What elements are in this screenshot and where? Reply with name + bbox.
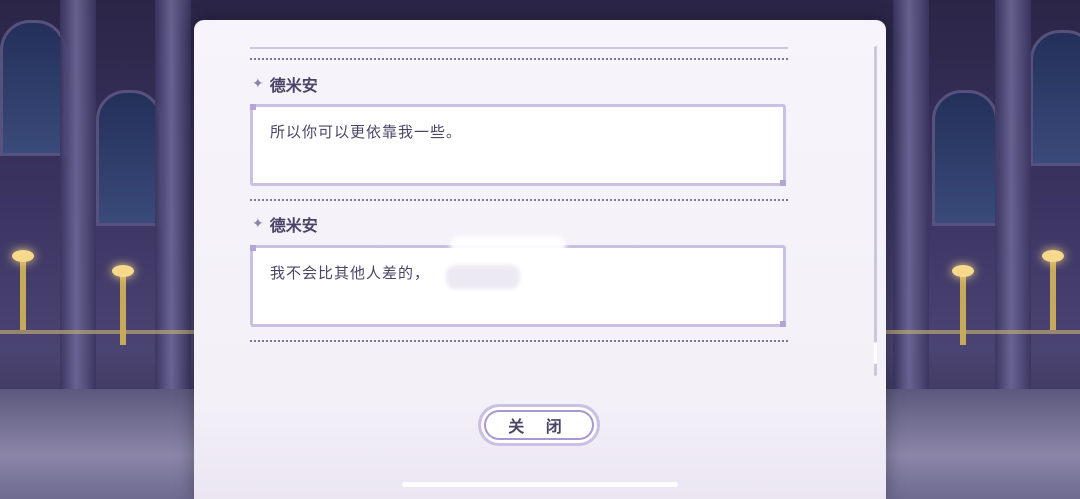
candelabra [112, 265, 134, 345]
palace-window-far-right [1030, 30, 1080, 166]
velvet-rope [0, 330, 194, 334]
speaker-label: 德米安 [269, 76, 318, 95]
palace-window-right [932, 90, 998, 226]
palace-window-left [96, 90, 162, 226]
home-indicator[interactable] [402, 482, 678, 487]
scrollbar-track[interactable] [874, 46, 877, 376]
divider [250, 199, 788, 201]
dialog-log-panel: ✦ 德米安 所以你可以更依靠我一些。 ✦ 德米安 我不会比其他人差的， 关 闭 [194, 20, 886, 499]
dialog-text: 我不会比其他人差的， [270, 264, 431, 282]
speaker-name: ✦ 德米安 [252, 212, 318, 236]
scrollbar-thumb[interactable] [874, 342, 877, 364]
candelabra [1042, 250, 1064, 330]
divider [250, 340, 788, 342]
dialog-bubble: 我不会比其他人差的， [250, 245, 786, 327]
close-button[interactable]: 关 闭 [478, 404, 600, 446]
speaker-label: 德米安 [269, 216, 318, 235]
dialog-text: 所以你可以更依靠我一些。 [270, 123, 463, 141]
sparkle-icon: ✦ [252, 216, 264, 232]
candelabra [12, 250, 34, 330]
redacted-area [446, 265, 520, 289]
candelabra [952, 265, 974, 345]
palace-window-far-left [0, 20, 66, 156]
speaker-name: ✦ 德米安 [252, 72, 318, 96]
sparkle-icon: ✦ [252, 76, 264, 92]
velvet-rope [886, 330, 1080, 334]
divider [250, 47, 788, 49]
dialog-bubble: 所以你可以更依靠我一些。 [250, 104, 786, 186]
redacted-area [450, 236, 566, 254]
game-screen: ✦ 德米安 所以你可以更依靠我一些。 ✦ 德米安 我不会比其他人差的， 关 闭 [0, 0, 1080, 499]
divider [250, 58, 788, 60]
